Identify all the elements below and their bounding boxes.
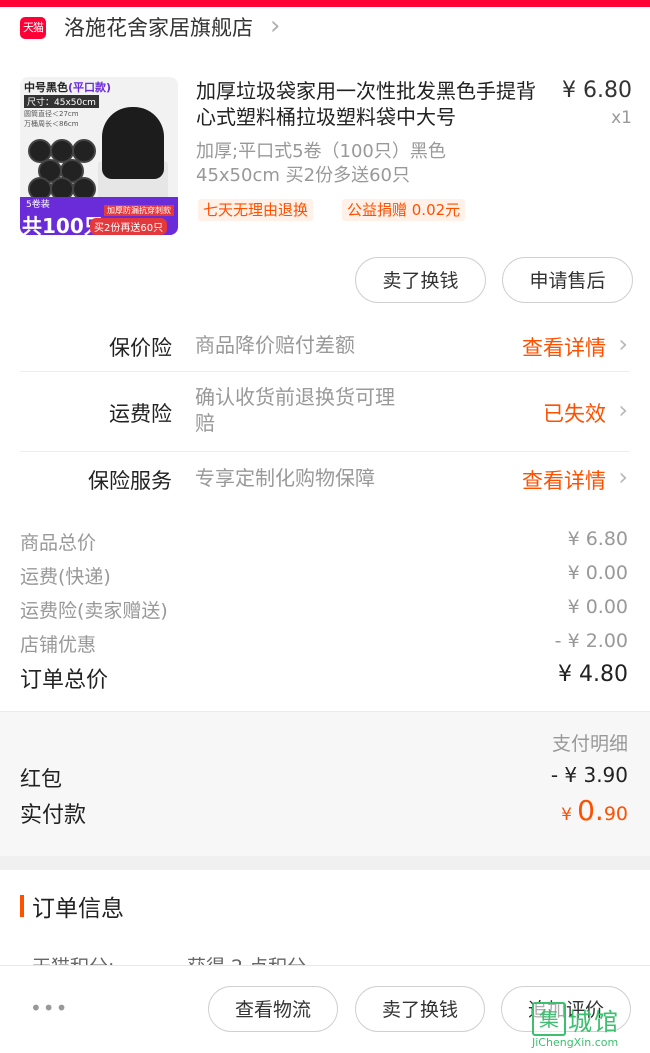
trash-bag-image (102, 107, 164, 179)
thumb-spec: 尺寸：45x50cm (24, 95, 99, 108)
shipping-insurance-value: ¥ 0.00 (567, 596, 628, 618)
order-total-value: ¥ 4.80 (558, 662, 628, 687)
product-spec: 加厚;平口式5卷（100只）黑色45x50cm 买2份多送60只 (196, 141, 446, 186)
product-title[interactable]: 加厚垃圾袋家用一次性批发黑色手提背心式塑料桶拉圾塑料袋中大号 (196, 78, 548, 130)
return-policy-tag: 七天无理由退换 (198, 199, 314, 221)
product-thumbnail[interactable]: 中号黑色(平口款) 尺寸：45x50cm 圆筒直径＜27cm 万桶周长＜86cm… (20, 77, 178, 235)
view-details-link[interactable]: 查看详情 (522, 465, 606, 495)
shop-discount-value: - ¥ 2.00 (554, 630, 628, 652)
order-total-label: 订单总价 (20, 668, 109, 693)
sell-for-cash-button[interactable]: 卖了换钱 (355, 257, 486, 303)
goods-total-label: 商品总价 (20, 532, 97, 554)
insurance-desc: 商品降价赔付差额 (195, 333, 355, 357)
tmall-logo-icon: 天猫 (20, 17, 46, 39)
chevron-right-icon: › (618, 330, 628, 358)
thumb-badge: 加厚防漏抗穿刺款 (104, 205, 174, 216)
payment-details-link[interactable]: 支付明细 (552, 729, 628, 756)
thumb-title: 中号黑色(平口款) (24, 81, 112, 94)
more-options-icon[interactable]: ••• (30, 996, 68, 1020)
chevron-right-icon: › (618, 463, 628, 491)
thumb-pack-small: 5卷装 (26, 200, 50, 210)
apply-after-sale-button[interactable]: 申请售后 (502, 257, 633, 303)
divider (20, 371, 630, 372)
watermark-url: JiChengXin.com (532, 1036, 619, 1049)
insurance-label: 保价险 (109, 336, 172, 360)
section-gap (0, 856, 650, 870)
actual-paid-value: ¥ 0.90 (561, 794, 628, 827)
charity-tag: 公益捐赠 0.02元 (342, 199, 466, 221)
insurance-desc: 专享定制化购物保障 (195, 466, 375, 490)
shipping-fee-label: 运费(快递) (20, 566, 111, 588)
shop-discount-label: 店铺优惠 (20, 634, 97, 656)
chevron-right-icon: › (270, 11, 281, 41)
chevron-right-icon: › (618, 396, 628, 424)
view-details-link[interactable]: 查看详情 (522, 332, 606, 362)
watermark-text: 城馆 (568, 1008, 620, 1036)
sell-for-cash-button[interactable]: 卖了换钱 (355, 986, 485, 1032)
red-packet-value: - ¥ 3.90 (550, 763, 628, 787)
watermark-logo-icon: 集 (532, 1002, 566, 1036)
shop-header[interactable]: 天猫 洛施花舍家居旗舰店 › (0, 7, 650, 51)
order-info-title: 订单信息 (32, 896, 124, 922)
insurance-label: 运费险 (109, 402, 172, 426)
goods-total-value: ¥ 6.80 (567, 528, 628, 550)
section-accent-bar (20, 895, 24, 917)
expired-status-link[interactable]: 已失效 (543, 398, 606, 428)
red-packet-label: 红包 (20, 767, 62, 791)
shop-name[interactable]: 洛施花舍家居旗舰店 (64, 12, 253, 42)
view-logistics-button[interactable]: 查看物流 (208, 986, 338, 1032)
thumb-line: 万桶周长＜86cm (24, 120, 79, 128)
shipping-fee-value: ¥ 0.00 (567, 562, 628, 584)
thumb-line: 圆筒直径＜27cm (24, 110, 79, 118)
product-price: ¥ 6.80 (562, 78, 632, 103)
insurance-label: 保险服务 (88, 469, 172, 493)
actual-paid-label: 实付款 (20, 803, 87, 828)
product-quantity: x1 (611, 108, 632, 128)
divider (20, 451, 630, 452)
insurance-desc: 确认收货前退换货可理赔 (195, 385, 395, 435)
site-watermark: 集 城馆 JiChengXin.com (532, 1000, 648, 1050)
thumb-badge: 买2份再送60只 (90, 218, 168, 235)
shipping-insurance-label: 运费险(卖家赠送) (20, 600, 168, 622)
trash-bag-rolls-image (28, 139, 98, 201)
top-accent-bar (0, 0, 650, 7)
